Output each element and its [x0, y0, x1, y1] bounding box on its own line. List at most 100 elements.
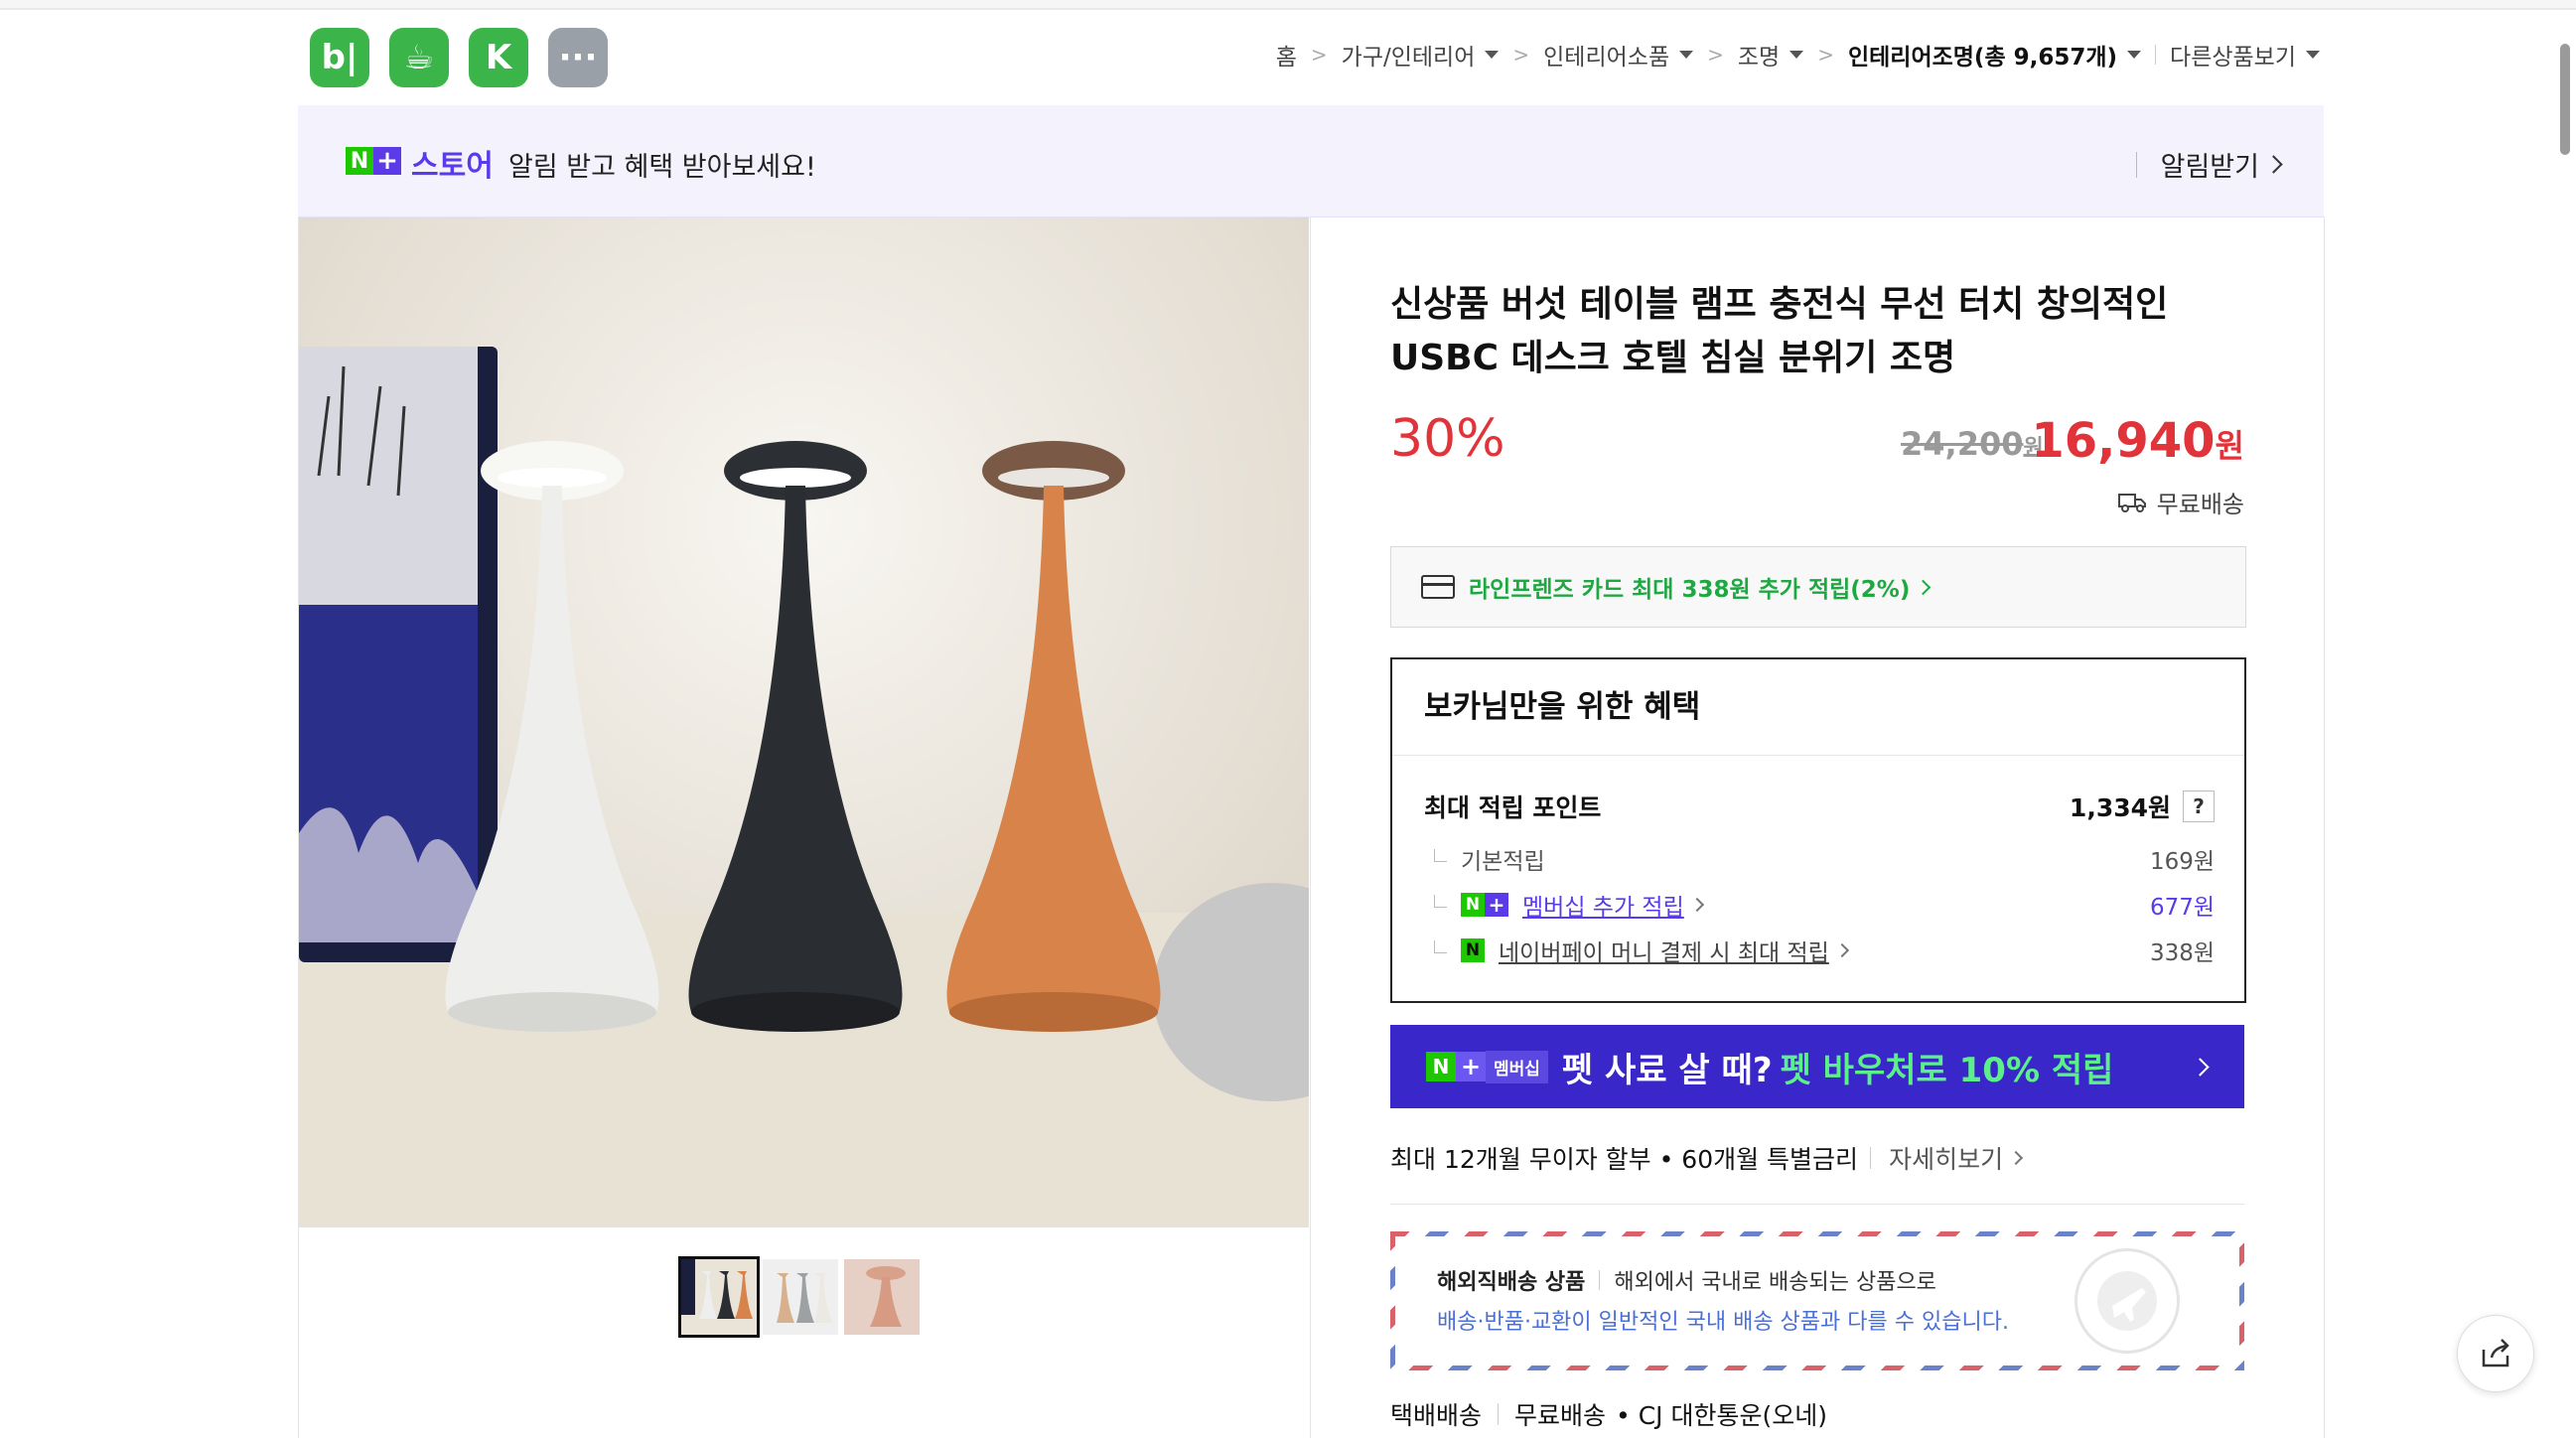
- credit-card-icon: [1421, 575, 1455, 599]
- breadcrumb-separator: >: [1707, 43, 1724, 67]
- overseas-desc: 해외에서 국내로 배송되는 상품으로: [1614, 1270, 1936, 1295]
- original-price-value: 24,200: [1901, 425, 2024, 463]
- app-shortcuts: b| ☕ K ···: [310, 28, 608, 87]
- card-offer[interactable]: 라인프렌즈 카드 최대 338원 추가 적립(2%): [1390, 546, 2246, 628]
- benefits-heading: 보카님만을 위한 혜택: [1392, 659, 2244, 756]
- bookmark-app-icon[interactable]: K: [469, 28, 528, 87]
- caret-down-icon: [1679, 51, 1694, 59]
- benefits-box: 보카님만을 위한 혜택 최대 적립 포인트 1,334원 ? 기본적립 169원…: [1390, 657, 2246, 1003]
- overseas-note: 배송·반품·교환이 일반적인 국내 배송 상품과 다를 수 있습니다.: [1437, 1310, 2009, 1335]
- cafe-app-icon[interactable]: ☕: [389, 28, 449, 87]
- pet-voucher-promo[interactable]: N + 멤버십 펫 사료 살 때? 펫 바우처로 10% 적립: [1390, 1025, 2244, 1108]
- blog-app-icon[interactable]: b|: [310, 28, 369, 87]
- caret-down-icon: [1485, 51, 1500, 59]
- breadcrumb-category-2[interactable]: 인테리어소품: [1543, 38, 1669, 72]
- breadcrumb-separator: >: [1817, 43, 1834, 67]
- naver-pay-icon: N: [1461, 938, 1485, 962]
- pay-points-row: N 네이버페이 머니 결제 시 최대 적립 338원: [1424, 934, 2215, 967]
- membership-link[interactable]: 멤버십 추가 적립: [1522, 888, 1684, 922]
- card-offer-text: 라인프렌즈 카드 최대 338원 추가 적립(2%): [1469, 577, 1911, 603]
- caret-down-icon: [2306, 51, 2320, 59]
- other-products-button[interactable]: 다른상품보기: [2170, 38, 2296, 72]
- breadcrumb-home[interactable]: 홈: [1276, 38, 1297, 72]
- truck-icon: [2117, 493, 2146, 512]
- installment-text: 최대 12개월 무이자 할부 • 60개월 특별금리: [1390, 1145, 1859, 1174]
- help-icon[interactable]: ?: [2183, 791, 2215, 822]
- basic-points-label: 기본적립: [1461, 849, 1545, 875]
- thumbnail-1[interactable]: [678, 1256, 760, 1338]
- breadcrumb-category-1[interactable]: 가구/인테리어: [1342, 38, 1476, 72]
- delivery-fee: 무료배송: [1514, 1401, 1607, 1430]
- delivery-carrier: • CJ 대한통운(오네): [1616, 1401, 1828, 1430]
- tree-branch: [1434, 894, 1447, 908]
- thumbnail-3[interactable]: [844, 1259, 920, 1335]
- installment-info: 최대 12개월 무이자 할부 • 60개월 특별금리 자세히보기: [1390, 1140, 2024, 1176]
- delivery-info: 택배배송 무료배송 • CJ 대한통운(오네): [1390, 1396, 1827, 1432]
- shipping-label: 무료배송: [2156, 491, 2244, 518]
- basic-points-row: 기본적립 169원: [1424, 842, 2215, 876]
- notify-label: 알림받기: [2160, 152, 2259, 183]
- naver-plus-logo-icon: N +: [346, 146, 401, 176]
- overseas-shipping-notice: 해외직배송 상품 해외에서 국내로 배송되는 상품으로 배송·반품·교환이 일반…: [1390, 1231, 2244, 1370]
- sale-price-unit: 원: [2215, 427, 2244, 465]
- tree-branch: [1434, 848, 1447, 862]
- overseas-title-row: 해외직배송 상품 해외에서 국내로 배송되는 상품으로: [1437, 1264, 1936, 1296]
- naver-pay-link[interactable]: 네이버페이 머니 결제 시 최대 적립: [1499, 934, 1829, 967]
- membership-points-value: 677원: [2149, 895, 2215, 921]
- scrollbar-thumb[interactable]: [2560, 44, 2570, 155]
- section-divider: [1390, 1204, 2244, 1205]
- breadcrumb-divider: [2155, 45, 2157, 65]
- chevron-right-icon: [1916, 579, 1932, 595]
- discount-rate: 30%: [1390, 409, 1505, 469]
- chevron-right-icon: [2009, 1150, 2024, 1166]
- details-link[interactable]: 자세히보기: [1889, 1140, 2003, 1176]
- notify-button[interactable]: 알림받기: [2135, 145, 2283, 184]
- divider: [1870, 1147, 1872, 1169]
- product-title: 신상품 버섯 테이블 램프 충전식 무선 터치 창의적인 USBC 데스크 호텔…: [1390, 284, 2169, 378]
- membership-points-row: N + 멤버십 추가 적립 677원: [1424, 888, 2215, 922]
- more-apps-icon[interactable]: ···: [548, 28, 608, 87]
- breadcrumb-separator: >: [1512, 43, 1530, 67]
- naver-plus-mini-icon: N +: [1461, 893, 1508, 917]
- store-label: 스토어: [411, 149, 494, 184]
- sale-price: 16,940원: [2031, 413, 2244, 469]
- breadcrumb-category-4[interactable]: 인테리어조명(총 9,657개): [1848, 38, 2117, 72]
- lamps-photo: [299, 217, 1309, 1227]
- thumbnail-list: [678, 1256, 920, 1338]
- chevron-right-icon: [2264, 155, 2283, 174]
- divider: [2135, 151, 2137, 178]
- promo-question: 펫 사료 살 때?: [1561, 1050, 1773, 1090]
- promo-highlight: 펫 바우처로 10% 적립: [1780, 1050, 2114, 1090]
- banner-message: 알림 받고 혜택 받아보세요!: [508, 152, 816, 183]
- pay-points-value: 338원: [2149, 940, 2215, 966]
- sale-price-value: 16,940: [2031, 413, 2216, 469]
- max-points-value: 1,334원: [2069, 793, 2171, 822]
- original-price: 24,200원: [1901, 425, 2044, 463]
- thumbnail-2[interactable]: [763, 1259, 838, 1335]
- browser-top-edge: [0, 0, 2576, 10]
- share-button[interactable]: [2457, 1315, 2534, 1392]
- breadcrumb-separator: >: [1310, 43, 1328, 67]
- breadcrumb: 홈 > 가구/인테리어 > 인테리어소품 > 조명 > 인테리어조명(총 9,6…: [1276, 38, 2320, 72]
- shipping-info: 무료배송: [2117, 485, 2244, 519]
- divider: [1498, 1403, 1500, 1425]
- delivery-method: 택배배송: [1390, 1401, 1483, 1430]
- chevron-right-icon: [2191, 1057, 2210, 1077]
- airplane-stamp-icon: [2075, 1248, 2180, 1354]
- store-notification-banner: N + 스토어 알림 받고 혜택 받아보세요! 알림받기: [298, 105, 2324, 217]
- membership-badge-label: 멤버십: [1486, 1050, 1548, 1083]
- chevron-right-icon: [1834, 942, 1849, 958]
- basic-points-value: 169원: [2149, 849, 2215, 875]
- tree-branch: [1434, 939, 1447, 953]
- caret-down-icon: [2127, 51, 2142, 59]
- product-main-image[interactable]: [299, 217, 1309, 1227]
- divider: [1599, 1270, 1601, 1290]
- membership-badge: N + 멤버십: [1426, 1050, 1548, 1083]
- share-icon: [2482, 1339, 2509, 1367]
- caret-down-icon: [1789, 51, 1804, 59]
- chevron-right-icon: [1689, 897, 1704, 913]
- max-points-label: 최대 적립 포인트: [1424, 793, 1602, 822]
- breadcrumb-category-3[interactable]: 조명: [1738, 38, 1780, 72]
- max-points-row: 최대 적립 포인트 1,334원 ?: [1424, 789, 2215, 824]
- overseas-title: 해외직배송 상품: [1437, 1270, 1586, 1295]
